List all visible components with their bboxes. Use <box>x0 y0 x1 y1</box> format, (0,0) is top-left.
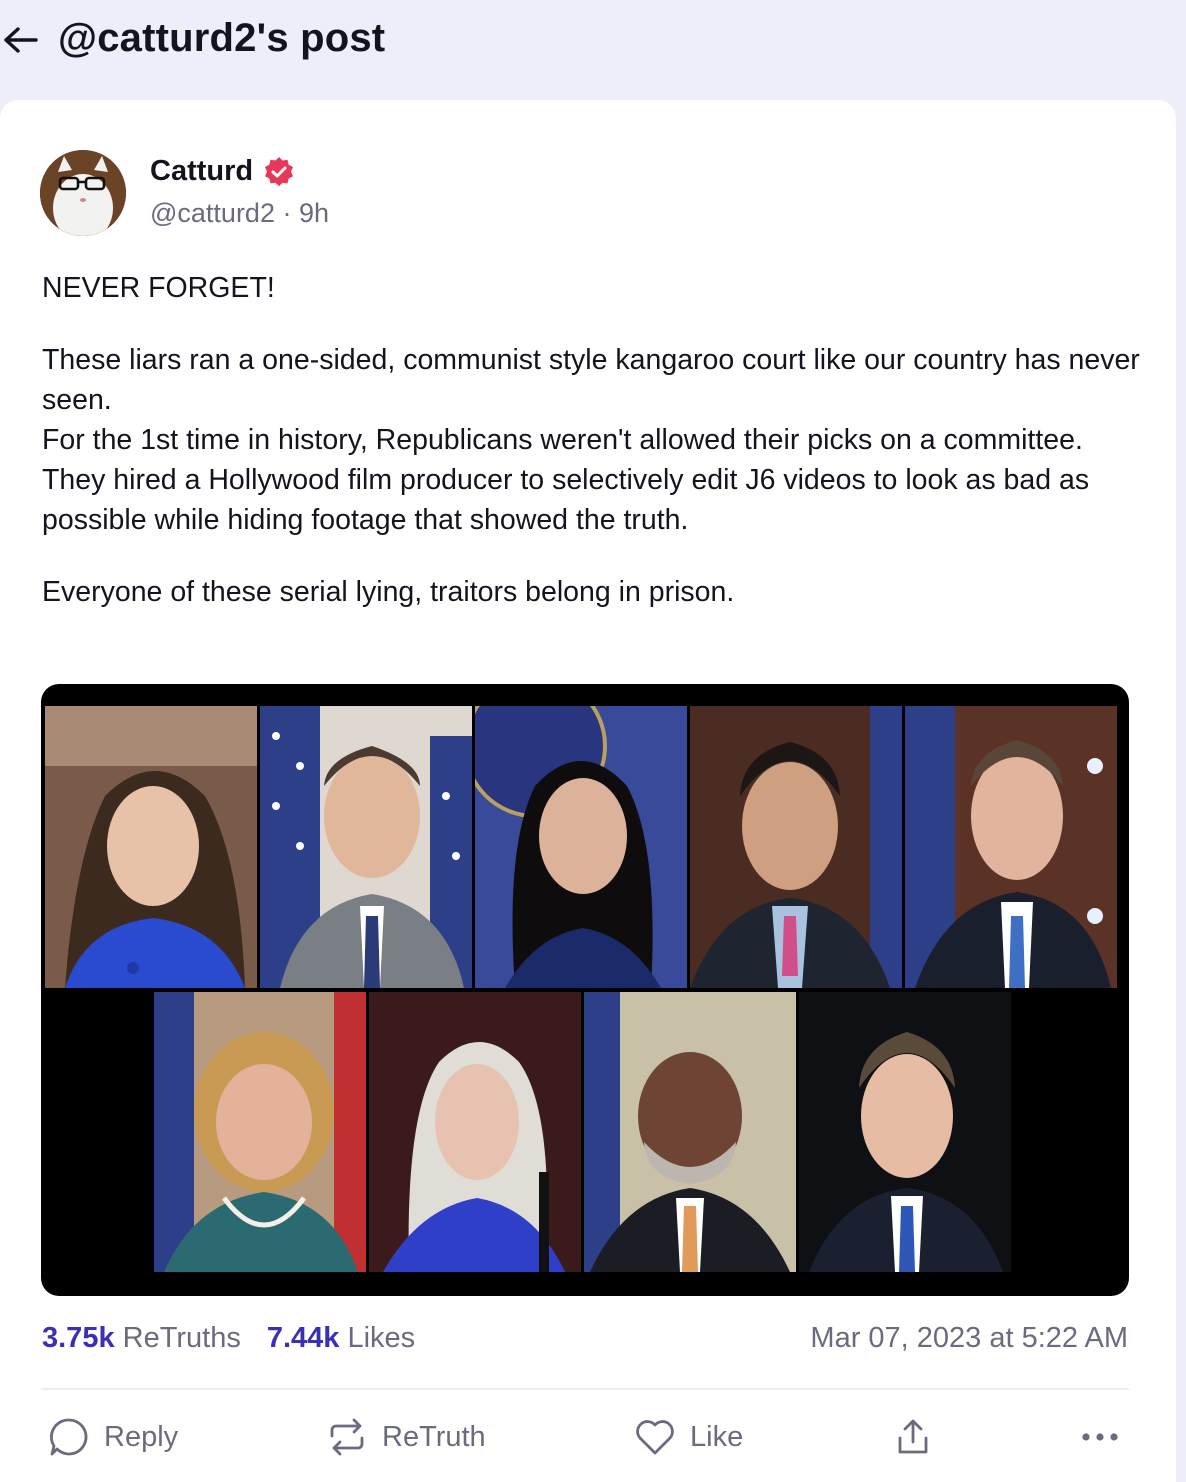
portrait-photo <box>584 992 796 1272</box>
reply-label: Reply <box>104 1420 179 1453</box>
post-timestamp: Mar 07, 2023 at 5:22 AM <box>810 1322 1128 1354</box>
share-button[interactable] <box>892 1405 934 1469</box>
photo-row-top <box>45 706 1117 988</box>
author-name[interactable]: Catturd <box>150 155 295 188</box>
portrait-photo <box>905 706 1117 988</box>
retruths-label: ReTruths <box>122 1322 241 1354</box>
post-image[interactable] <box>41 684 1129 1296</box>
portrait-photo <box>369 992 581 1272</box>
divider <box>41 1388 1129 1390</box>
more-icon <box>1078 1427 1122 1447</box>
verified-badge-icon <box>263 156 295 188</box>
like-button[interactable]: Like <box>634 1405 743 1469</box>
like-label: Like <box>690 1420 744 1453</box>
like-icon <box>634 1416 676 1458</box>
share-icon <box>892 1416 934 1458</box>
author-handle-time: @catturd2 · 9h <box>150 198 329 228</box>
top-bar: @catturd2's post <box>0 0 1186 100</box>
reply-icon <box>48 1416 90 1458</box>
author-name-text: Catturd <box>150 155 254 187</box>
action-bar: Reply ReTruth Like <box>0 1405 1186 1469</box>
post-paragraph: These liars ran a one-sided, communist s… <box>42 344 1140 536</box>
likes-label: Likes <box>347 1322 416 1354</box>
portrait-photo <box>690 706 902 988</box>
retruth-icon <box>326 1416 368 1458</box>
back-arrow-icon[interactable] <box>0 22 40 58</box>
portrait-photo <box>260 706 472 988</box>
more-button[interactable] <box>1078 1405 1122 1469</box>
likes-count: 7.44k <box>266 1322 340 1354</box>
post-paragraph: NEVER FORGET! <box>42 272 275 304</box>
retruths-stat[interactable]: 3.75k ReTruths <box>42 1322 241 1355</box>
page-title: @catturd2's post <box>58 16 386 60</box>
avatar[interactable] <box>40 150 126 236</box>
likes-stat[interactable]: 7.44k Likes <box>267 1322 415 1355</box>
portrait-photo <box>45 706 257 988</box>
retruths-count: 3.75k <box>42 1322 115 1354</box>
post-body: NEVER FORGET! These liars ran a one-side… <box>42 268 1142 644</box>
reply-button[interactable]: Reply <box>48 1405 178 1469</box>
photo-row-bottom <box>154 992 1011 1272</box>
post-paragraph: Everyone of these serial lying, traitors… <box>42 576 735 608</box>
retruth-button[interactable]: ReTruth <box>326 1405 486 1469</box>
post-stats: 3.75k ReTruths 7.44k Likes <box>42 1322 415 1355</box>
retruth-label: ReTruth <box>382 1420 486 1453</box>
portrait-photo <box>154 992 366 1272</box>
portrait-photo <box>799 992 1011 1272</box>
portrait-photo <box>475 706 687 988</box>
